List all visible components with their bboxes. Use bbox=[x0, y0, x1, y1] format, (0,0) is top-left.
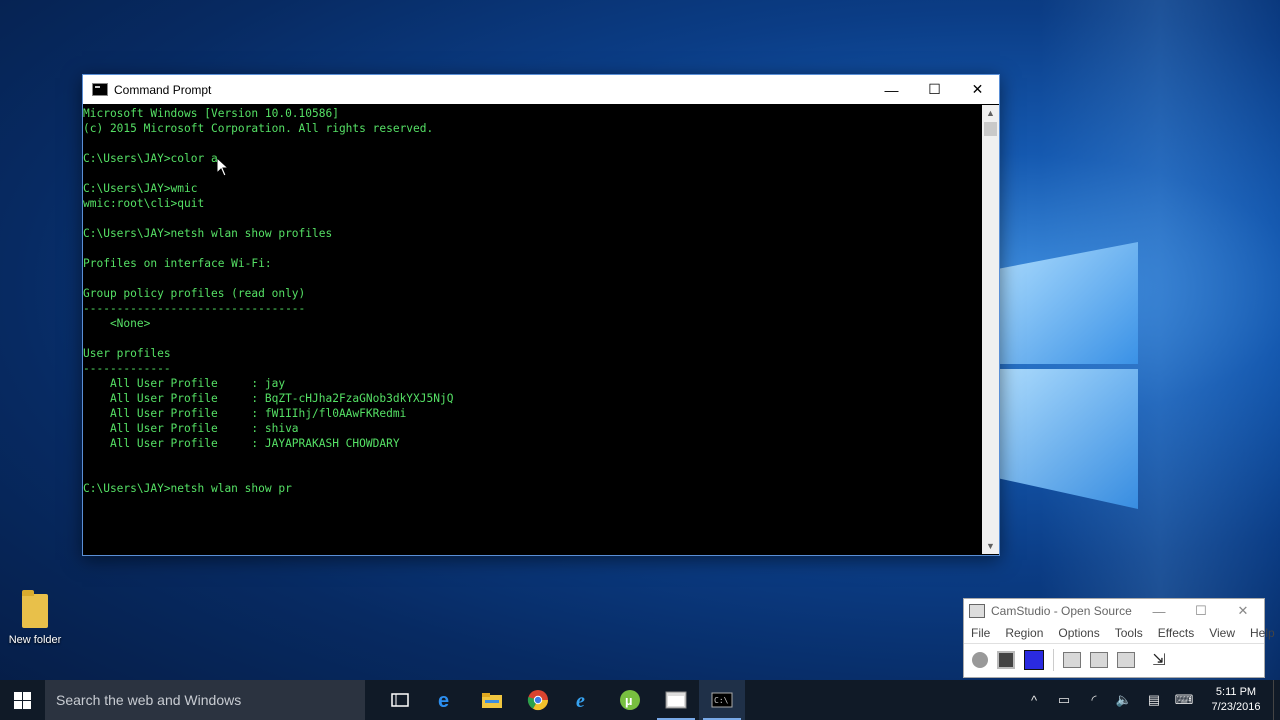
desktop-icon-label: New folder bbox=[8, 634, 62, 646]
keyboard-icon[interactable]: ⌨ bbox=[1169, 680, 1199, 720]
close-button[interactable]: ✕ bbox=[956, 75, 999, 104]
maximize-button[interactable]: ☐ bbox=[913, 75, 956, 104]
windows-logo-icon bbox=[14, 691, 31, 709]
desktop-icon-new-folder[interactable]: New folder bbox=[4, 590, 66, 646]
camstudio-close-button[interactable]: ✕ bbox=[1222, 603, 1264, 619]
console-line: --------------------------------- bbox=[83, 302, 306, 315]
command-prompt-window[interactable]: Command Prompt — ☐ ✕ Microsoft Windows [… bbox=[82, 74, 1000, 556]
command-prompt-taskbar-icon[interactable]: C:\ bbox=[699, 680, 745, 720]
region-icon[interactable] bbox=[1063, 652, 1081, 668]
folder-icon bbox=[22, 590, 48, 628]
svg-text:e: e bbox=[438, 690, 449, 711]
action-center-icon[interactable]: ▤ bbox=[1139, 680, 1169, 720]
console-line: Group policy profiles (read only) bbox=[83, 287, 306, 300]
camstudio-menu-bar: File Region Options Tools Effects View H… bbox=[964, 623, 1275, 643]
stop-icon[interactable] bbox=[1024, 650, 1044, 670]
console-line: All User Profile : jay bbox=[83, 377, 286, 390]
battery-icon[interactable]: ▭ bbox=[1049, 680, 1079, 720]
clock-time: 5:11 PM bbox=[1215, 686, 1257, 698]
console-line: Profiles on interface Wi-Fi: bbox=[83, 257, 272, 270]
swf-producer-icon[interactable]: ⇲ bbox=[1144, 651, 1174, 669]
show-hidden-icons-chevron-icon[interactable]: ^ bbox=[1019, 680, 1049, 720]
volume-icon[interactable]: 🔈 bbox=[1109, 680, 1139, 720]
taskbar-clock[interactable]: 5:11 PM 7/23/2016 bbox=[1199, 685, 1273, 715]
wallpaper-windows-logo bbox=[998, 212, 1138, 522]
edge-browser-icon[interactable]: e bbox=[423, 680, 469, 720]
scroll-down-arrow-icon[interactable]: ▼ bbox=[982, 538, 999, 554]
camstudio-title-bar[interactable]: CamStudio - Open Source — ☐ ✕ bbox=[964, 599, 1264, 623]
toolbar-separator bbox=[1053, 649, 1054, 671]
chrome-icon[interactable] bbox=[515, 680, 561, 720]
svg-text:C:\: C:\ bbox=[714, 696, 729, 705]
file-explorer-icon[interactable] bbox=[469, 680, 515, 720]
logo-pane-top bbox=[998, 242, 1138, 364]
utorrent-icon[interactable]: µ bbox=[607, 680, 653, 720]
task-view-icon[interactable] bbox=[377, 680, 423, 720]
console-line: ------------- bbox=[83, 362, 171, 375]
menu-region[interactable]: Region bbox=[998, 626, 1051, 640]
taskbar-pinned-apps: e e µ C:\ bbox=[377, 680, 745, 720]
console-line: Microsoft Windows [Version 10.0.10586] bbox=[83, 107, 339, 120]
menu-help[interactable]: Help bbox=[1243, 626, 1280, 640]
start-button[interactable] bbox=[0, 680, 45, 720]
camstudio-app-icon bbox=[969, 604, 985, 618]
console-line: All User Profile : shiva bbox=[83, 422, 299, 435]
menu-effects[interactable]: Effects bbox=[1151, 626, 1202, 640]
annotate-icon[interactable] bbox=[1117, 652, 1135, 668]
camstudio-toolbar: ⇲ bbox=[964, 643, 1264, 676]
search-placeholder: Search the web and Windows bbox=[56, 692, 242, 708]
console-line: C:\Users\JAY>wmic bbox=[83, 182, 198, 195]
console-line: All User Profile : JAYAPRAKASH CHOWDARY bbox=[83, 437, 400, 450]
console-scrollbar[interactable]: ▲ ▼ bbox=[982, 105, 999, 554]
menu-tools[interactable]: Tools bbox=[1108, 626, 1151, 640]
svg-text:µ: µ bbox=[625, 693, 633, 708]
taskbar-search-box[interactable]: Search the web and Windows bbox=[45, 680, 365, 720]
logo-pane-bottom bbox=[998, 369, 1138, 509]
scroll-thumb[interactable] bbox=[984, 122, 997, 136]
camstudio-window[interactable]: CamStudio - Open Source — ☐ ✕ File Regio… bbox=[963, 598, 1275, 678]
camstudio-title: CamStudio - Open Source bbox=[991, 604, 1132, 618]
internet-explorer-icon[interactable]: e bbox=[561, 680, 607, 720]
clock-date: 7/23/2016 bbox=[1211, 701, 1261, 713]
console-line: C:\Users\JAY>netsh wlan show profiles bbox=[83, 227, 333, 240]
camstudio-maximize-button[interactable]: ☐ bbox=[1180, 603, 1222, 619]
system-tray: ^ ▭ ◜ 🔈 ▤ ⌨ 5:11 PM 7/23/2016 bbox=[1019, 680, 1280, 720]
cmd-window-title: Command Prompt bbox=[114, 82, 212, 97]
console-line: User profiles bbox=[83, 347, 171, 360]
console-line: All User Profile : BqZT-cHJha2FzaGNob3dk… bbox=[83, 392, 454, 405]
console-line: All User Profile : fW1IIhj/fl0AAwFKRedmi bbox=[83, 407, 407, 420]
taskbar: Search the web and Windows e e µ C:\ ^ ▭… bbox=[0, 680, 1280, 720]
options-icon[interactable] bbox=[1090, 652, 1108, 668]
console-line: (c) 2015 Microsoft Corporation. All righ… bbox=[83, 122, 434, 135]
menu-view[interactable]: View bbox=[1202, 626, 1243, 640]
scroll-up-arrow-icon[interactable]: ▲ bbox=[982, 105, 999, 121]
console-line: C:\Users\JAY>netsh wlan show pr bbox=[83, 482, 292, 495]
menu-options[interactable]: Options bbox=[1051, 626, 1107, 640]
camstudio-minimize-button[interactable]: — bbox=[1138, 604, 1180, 619]
cmd-app-icon[interactable] bbox=[92, 83, 108, 96]
minimize-button[interactable]: — bbox=[870, 75, 913, 104]
show-desktop-button[interactable] bbox=[1273, 680, 1280, 720]
pause-icon[interactable] bbox=[997, 651, 1015, 669]
menu-file[interactable]: File bbox=[964, 626, 998, 640]
cmd-title-bar[interactable]: Command Prompt — ☐ ✕ bbox=[83, 75, 999, 104]
wifi-icon[interactable]: ◜ bbox=[1079, 680, 1109, 720]
console-line: <None> bbox=[83, 317, 151, 330]
console-line: wmic:root\cli>quit bbox=[83, 197, 205, 210]
svg-text:e: e bbox=[576, 690, 585, 711]
camstudio-taskbar-icon[interactable] bbox=[653, 680, 699, 720]
record-icon[interactable] bbox=[972, 652, 988, 668]
